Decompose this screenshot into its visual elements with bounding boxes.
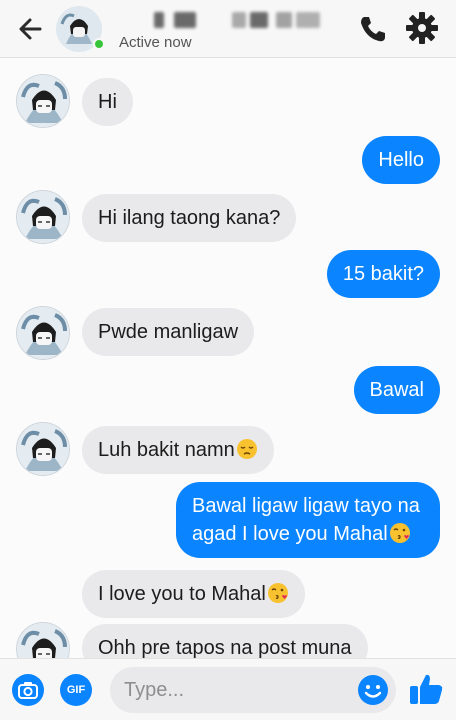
incoming-message[interactable]: I love you to Mahal (82, 570, 305, 618)
conversation-header: Active now (0, 0, 456, 58)
pensive-face-emoji (236, 439, 257, 459)
incoming-message[interactable]: Luh bakit namn (82, 426, 274, 474)
contact-name-redacted (150, 12, 340, 28)
message-composer: GIF (0, 658, 456, 720)
face-blowing-kiss-emoji (267, 583, 288, 603)
incoming-message[interactable]: Pwde manligaw (82, 308, 255, 356)
sender-avatar[interactable] (16, 306, 70, 360)
back-arrow-icon[interactable] (14, 12, 48, 46)
active-status: Active now (119, 34, 192, 51)
outgoing-message[interactable]: Bawal (353, 366, 440, 414)
face-blowing-kiss-emoji (389, 523, 410, 543)
gear-icon[interactable] (404, 10, 440, 46)
smiley-icon[interactable] (356, 673, 390, 707)
incoming-message[interactable]: Hi ilang taong kana? (82, 194, 297, 242)
incoming-message[interactable]: Ohh pre tapos na post muna (82, 624, 368, 658)
sender-avatar[interactable] (16, 422, 70, 476)
message-thread[interactable]: Hi Hello Hi ilang taong kana? 15 bakit? … (0, 58, 456, 658)
message-input[interactable] (124, 677, 344, 703)
online-indicator (93, 38, 105, 50)
incoming-message[interactable]: Hi (82, 78, 133, 126)
outgoing-message[interactable]: 15 bakit? (326, 250, 440, 298)
thumbs-up-icon[interactable] (406, 669, 446, 709)
gif-button[interactable]: GIF (60, 674, 92, 706)
camera-icon[interactable] (12, 674, 44, 706)
phone-icon[interactable] (356, 12, 390, 46)
sender-avatar[interactable] (16, 622, 70, 658)
sender-avatar[interactable] (16, 190, 70, 244)
outgoing-message[interactable]: Hello (362, 136, 440, 184)
message-input-box[interactable] (110, 667, 396, 713)
outgoing-message[interactable]: Bawal ligaw ligaw tayo na agad I love yo… (176, 482, 440, 558)
sender-avatar[interactable] (16, 74, 70, 128)
